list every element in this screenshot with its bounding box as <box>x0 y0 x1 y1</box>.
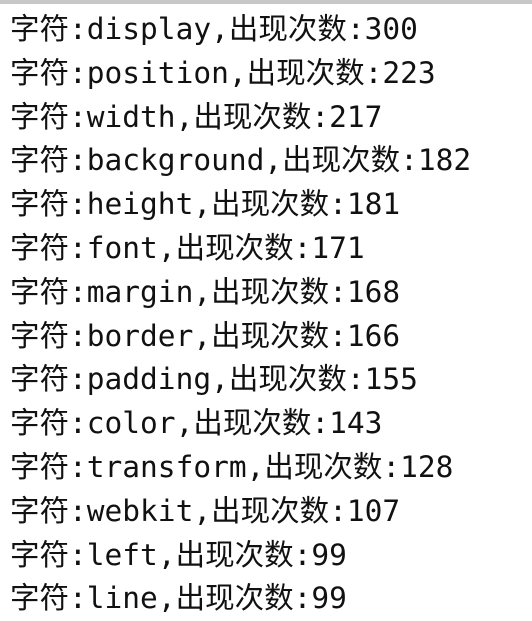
line-separator: ,出现次数: <box>175 99 330 134</box>
line-count: 155 <box>364 362 418 397</box>
line-prefix: 字符: <box>10 187 87 222</box>
line-prefix: 字符: <box>10 493 87 528</box>
line-prefix: 字符: <box>10 318 87 353</box>
line-count: 217 <box>329 99 383 134</box>
output-line: 字符:padding,出现次数:155 <box>10 358 471 402</box>
line-separator: ,出现次数: <box>193 274 347 309</box>
line-prefix: 字符: <box>10 449 87 484</box>
output-line: 字符:position,出现次数:223 <box>10 52 471 96</box>
line-prefix: 字符: <box>10 537 87 572</box>
line-separator: ,出现次数: <box>193 493 347 528</box>
output-line: 字符:background,出现次数:182 <box>10 139 471 183</box>
line-word: left <box>86 537 158 572</box>
output-line: 字符:transform,出现次数:128 <box>10 446 471 490</box>
line-separator: ,出现次数: <box>211 362 365 397</box>
line-separator: ,出现次数: <box>157 581 312 616</box>
output-line: 字符:margin,出现次数:168 <box>10 271 471 315</box>
output-line: 字符:font,出现次数:171 <box>10 227 471 271</box>
line-count: 143 <box>329 406 383 441</box>
line-count: 171 <box>311 230 365 265</box>
line-count: 168 <box>346 274 401 309</box>
line-word: display <box>86 12 212 46</box>
line-prefix: 字符: <box>10 274 87 309</box>
output-line: 字符:width,出现次数:217 <box>10 96 471 140</box>
output-line: 字符:height,出现次数:181 <box>10 183 471 227</box>
line-word: padding <box>86 362 212 397</box>
line-separator: ,出现次数: <box>211 12 365 46</box>
line-prefix: 字符: <box>10 230 87 265</box>
line-word: position <box>86 55 229 90</box>
line-word: line <box>86 581 158 616</box>
line-prefix: 字符: <box>10 55 87 90</box>
line-separator: ,出现次数: <box>246 449 401 484</box>
output-line: 字符:webkit,出现次数:107 <box>10 490 471 534</box>
output-line: 字符:left,出现次数:99 <box>10 534 471 578</box>
output-line: 字符:line,出现次数:99 <box>10 577 471 621</box>
line-count: 107 <box>346 493 401 528</box>
line-count: 99 <box>311 581 347 616</box>
line-prefix: 字符: <box>10 581 87 616</box>
line-prefix: 字符: <box>10 12 87 46</box>
line-count: 128 <box>400 449 454 484</box>
output-line: 字符:display,出现次数:300 <box>10 8 471 52</box>
line-separator: ,出现次数: <box>157 230 312 265</box>
output-line: 字符:border,出现次数:166 <box>10 315 471 359</box>
output-list: 字符:display,出现次数:300 字符:position,出现次数:223 字… <box>10 8 471 621</box>
line-count: 166 <box>346 318 401 353</box>
line-separator: ,出现次数: <box>175 406 330 441</box>
line-word: height <box>86 187 194 222</box>
line-prefix: 字符: <box>10 99 87 134</box>
window-top-border <box>0 0 532 4</box>
line-prefix: 字符: <box>10 406 87 441</box>
line-prefix: 字符: <box>10 362 87 397</box>
line-separator: ,出现次数: <box>264 143 418 178</box>
line-word: background <box>86 143 265 178</box>
line-word: width <box>86 99 176 134</box>
line-word: font <box>86 230 158 265</box>
line-separator: ,出现次数: <box>228 55 383 90</box>
line-word: transform <box>86 449 247 484</box>
line-separator: ,出现次数: <box>193 187 347 222</box>
line-count: 300 <box>364 12 418 46</box>
line-separator: ,出现次数: <box>157 537 312 572</box>
line-word: color <box>86 406 176 441</box>
line-word: border <box>86 318 194 353</box>
line-count: 99 <box>311 537 347 572</box>
line-count: 223 <box>382 55 436 90</box>
line-prefix: 字符: <box>10 143 87 178</box>
line-count: 182 <box>417 143 472 178</box>
line-separator: ,出现次数: <box>193 318 347 353</box>
line-word: webkit <box>86 493 194 528</box>
line-count: 181 <box>346 187 401 222</box>
line-word: margin <box>86 274 194 309</box>
output-line: 字符:color,出现次数:143 <box>10 402 471 446</box>
